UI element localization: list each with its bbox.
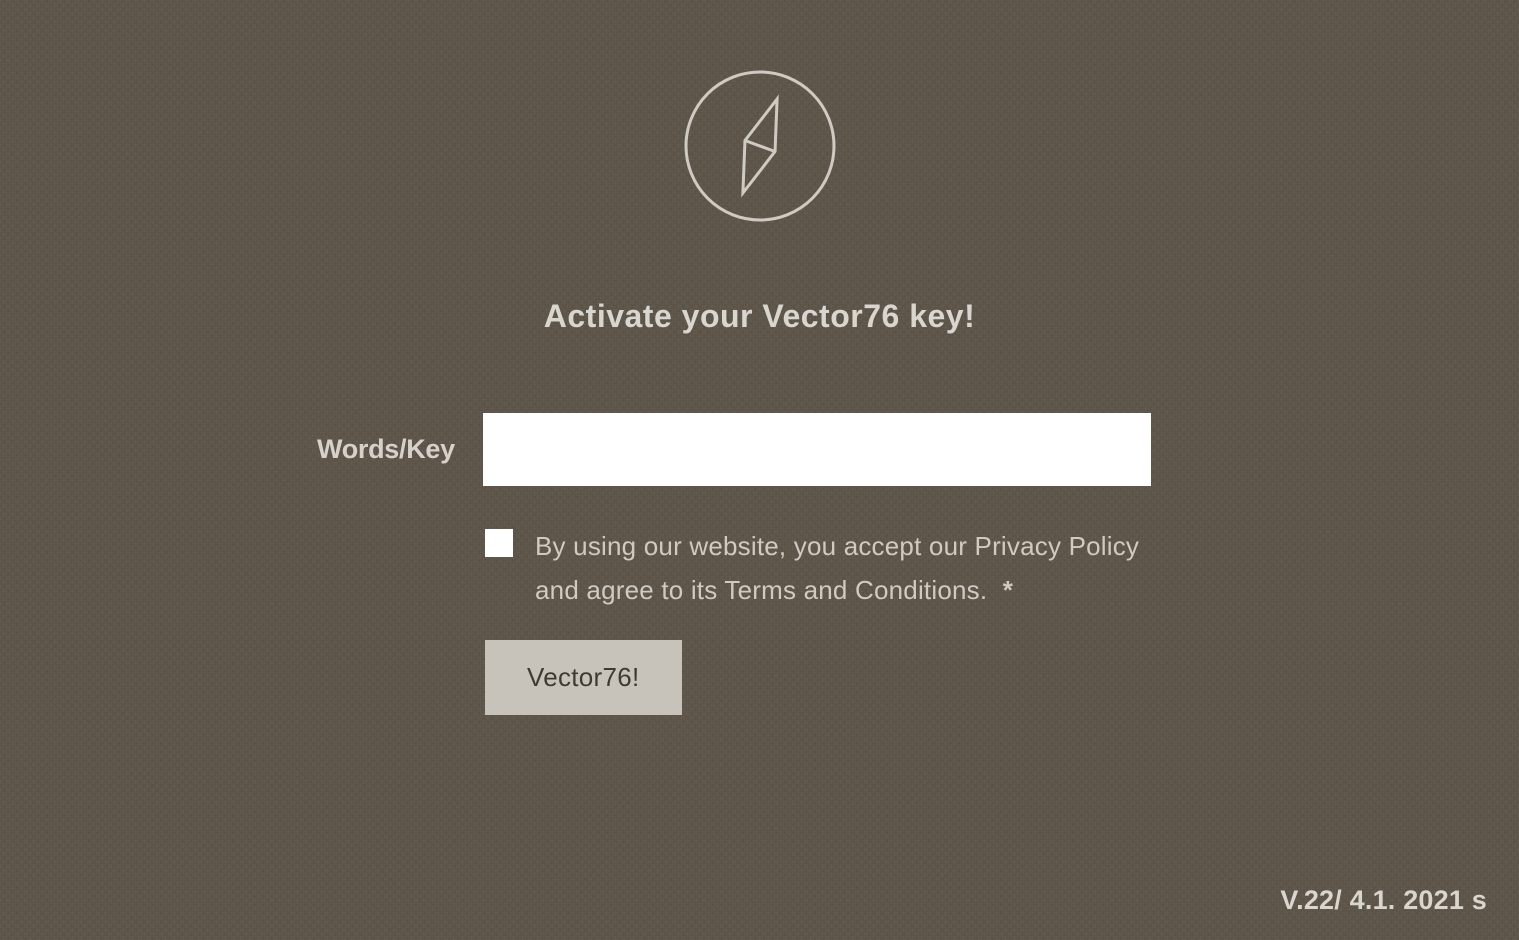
submit-button[interactable]: Vector76! bbox=[485, 640, 682, 715]
key-input[interactable] bbox=[483, 413, 1151, 486]
page-title: Activate your Vector76 key! bbox=[544, 298, 975, 335]
version-label: V.22/ 4.1. 2021 s bbox=[1280, 885, 1487, 916]
key-input-label: Words/Key bbox=[317, 434, 455, 465]
consent-row: By using our website, you accept our Pri… bbox=[485, 524, 1153, 612]
consent-checkbox[interactable] bbox=[485, 529, 513, 557]
compass-icon bbox=[682, 68, 838, 224]
key-input-row: Words/Key bbox=[317, 413, 1151, 486]
required-asterisk: * bbox=[1003, 575, 1013, 605]
consent-text: By using our website, you accept our Pri… bbox=[535, 524, 1153, 612]
consent-text-body: By using our website, you accept our Pri… bbox=[535, 531, 1139, 605]
